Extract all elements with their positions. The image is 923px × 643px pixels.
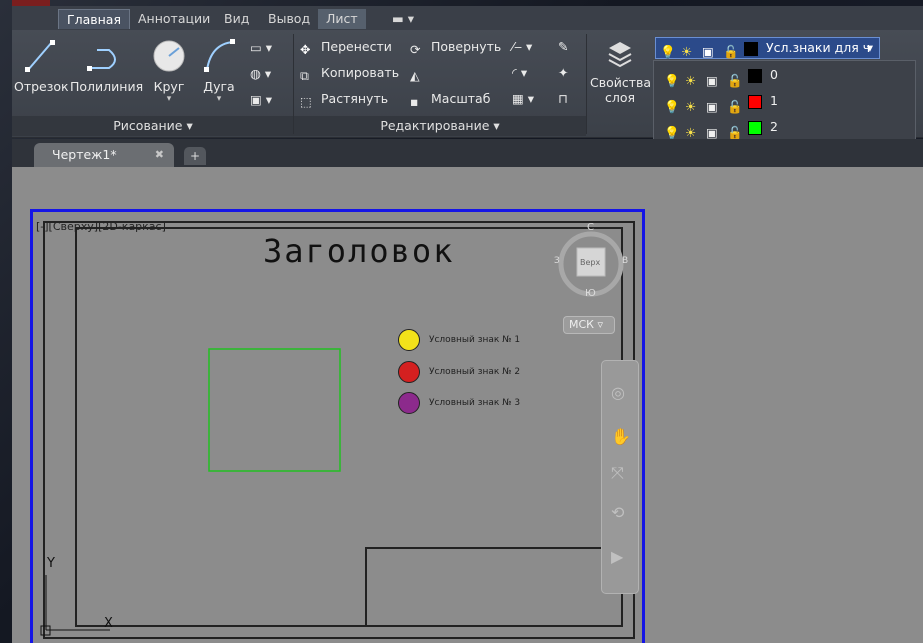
legend-symbol-1 [398, 328, 420, 351]
ucs-y-label: Y [47, 556, 55, 571]
legend-item-3: Условный знак № 3 [398, 390, 520, 416]
viewcube-east[interactable]: В [622, 256, 628, 266]
legend-label-3: Условный знак № 3 [429, 398, 521, 408]
legend-symbol-3 [398, 391, 420, 414]
ucs-menu[interactable]: МСК ▿ [563, 316, 615, 334]
viewcube-west[interactable]: З [554, 256, 560, 266]
legend-symbol-2 [398, 360, 420, 383]
legend-label-2: Условный знак № 2 [429, 367, 521, 377]
pan-hand-icon[interactable]: ✋ [611, 427, 631, 446]
legend-item-2: Условный знак № 2 [398, 359, 520, 385]
viewport-controls-label[interactable]: [-][Сверху][2D-каркас] [36, 220, 166, 233]
navigation-bar: ◎ ✋ ⤧ ⟲ ▶ [601, 360, 639, 594]
orbit-icon[interactable]: ⟲ [611, 503, 624, 522]
ucs-menu-label: МСК [569, 318, 594, 331]
viewcube-face-top[interactable]: Верх [580, 258, 600, 267]
chevron-down-icon: ▿ [597, 318, 604, 331]
drawing-title: Заголовок [263, 232, 455, 270]
legend-item-1: Условный знак № 1 [398, 327, 520, 353]
viewcube-south[interactable]: Ю [585, 288, 596, 299]
viewcube-north[interactable]: С [587, 222, 594, 233]
zoom-icon[interactable]: ⤧ [611, 463, 624, 483]
showmotion-icon[interactable]: ▶ [611, 547, 623, 566]
legend-label-1: Условный знак № 1 [429, 335, 521, 345]
ucs-x-label: X [104, 616, 113, 631]
steering-wheel-icon[interactable]: ◎ [611, 383, 625, 402]
viewcube[interactable]: С Ю З В Верх [553, 222, 629, 299]
